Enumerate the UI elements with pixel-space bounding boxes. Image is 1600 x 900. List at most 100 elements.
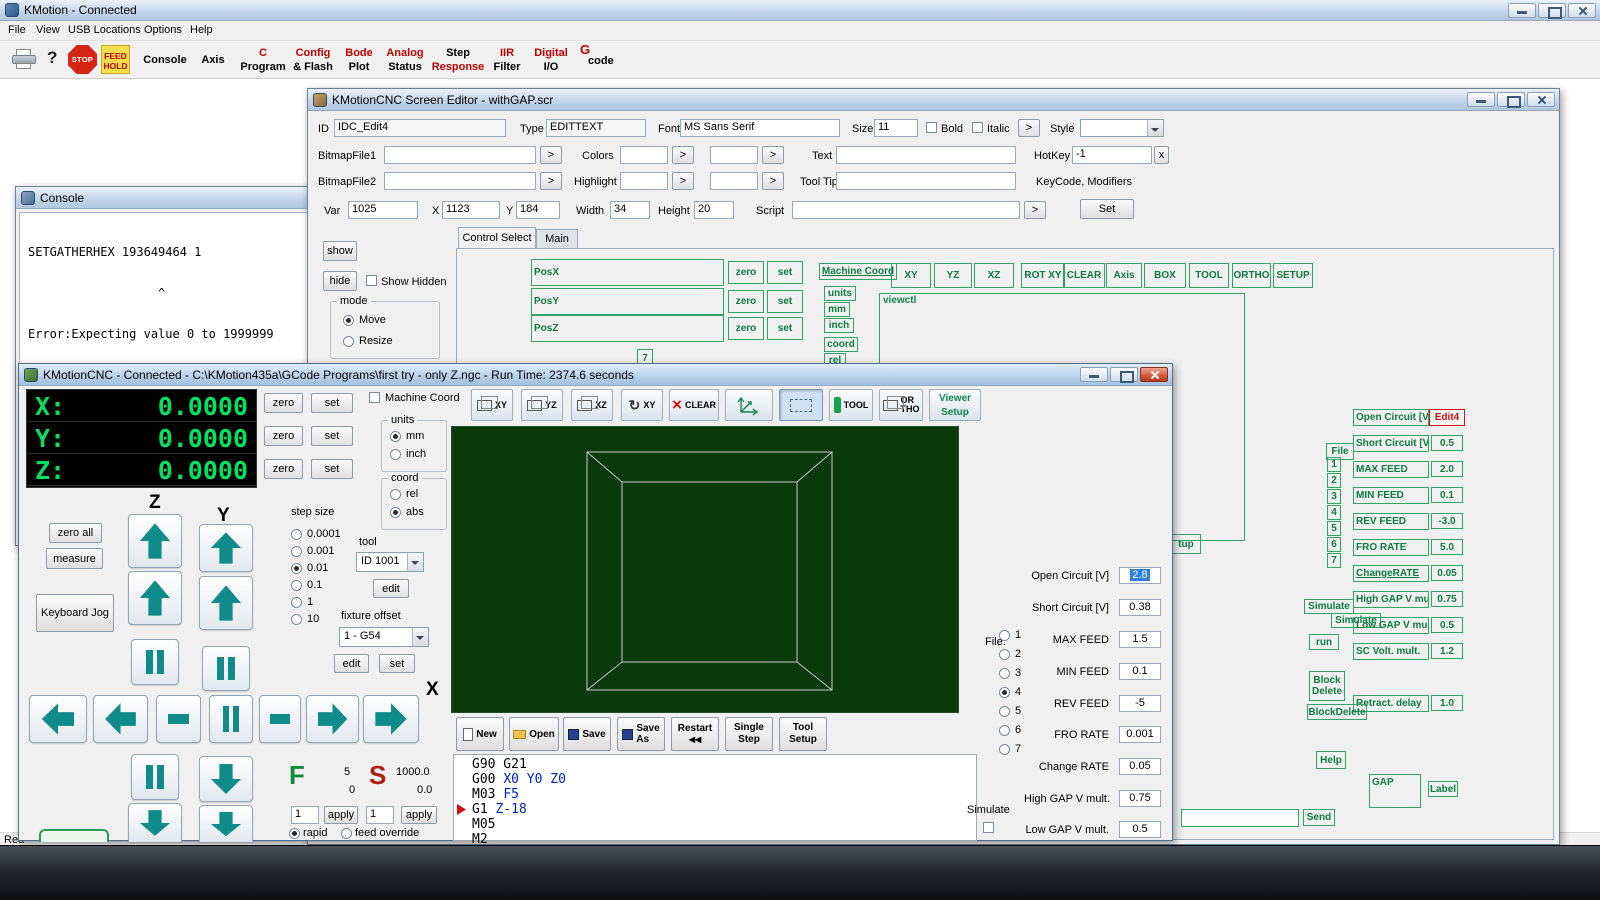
toolbar-axis-button[interactable]: Axis xyxy=(196,44,230,76)
jog-z-down[interactable] xyxy=(128,803,182,842)
preview-view-rotxy[interactable]: ROT XY xyxy=(1021,263,1065,288)
jog-z-stop2[interactable] xyxy=(131,754,179,800)
machine-coord-checkbox[interactable] xyxy=(369,392,380,403)
menu-usb[interactable]: USB Locations xyxy=(68,24,141,36)
cnc-maximize-button[interactable] xyxy=(1110,367,1138,382)
preview-num-6[interactable]: 6 xyxy=(1327,537,1341,552)
fixture-dropdown[interactable]: 1 - G54 xyxy=(339,627,429,647)
tool-button[interactable]: TOOL xyxy=(829,389,873,421)
view-rotate-button[interactable]: ↻XY xyxy=(621,389,663,421)
bitmapfile2-browse-button[interactable]: > xyxy=(540,172,562,190)
jog-z-up-fast[interactable] xyxy=(128,514,182,568)
step-1-radio[interactable] xyxy=(291,597,302,608)
preview-row-value[interactable]: -3.0 xyxy=(1431,513,1463,529)
preview-posy-zero[interactable]: zero xyxy=(728,290,764,313)
preview-posy-set[interactable]: set xyxy=(767,290,803,313)
help-icon[interactable]: ? xyxy=(47,48,57,68)
jog-x-right-fast[interactable] xyxy=(363,695,419,743)
colors-browse2-button[interactable]: > xyxy=(762,146,784,164)
cnc-minimize-button[interactable] xyxy=(1080,367,1108,382)
preview-row-value[interactable]: 0.05 xyxy=(1431,565,1463,581)
font-more-button[interactable]: > xyxy=(1018,119,1040,137)
y-field[interactable]: 184 xyxy=(516,201,560,219)
colors-browse1-button[interactable]: > xyxy=(672,146,694,164)
file-3-radio[interactable] xyxy=(999,668,1010,679)
jog-y-up-fast[interactable] xyxy=(199,524,253,572)
preview-posx-set[interactable]: set xyxy=(767,261,803,284)
zero-z-button[interactable]: zero xyxy=(264,459,303,479)
close-button[interactable] xyxy=(1568,3,1596,18)
preview-view-xy[interactable]: XY xyxy=(891,263,931,288)
preview-selected-edit4[interactable]: Edit4 xyxy=(1429,409,1465,426)
jog-y-down[interactable] xyxy=(199,756,253,802)
toolbar-iirfilter-button[interactable]: IIR Filter xyxy=(488,44,526,77)
preview-posz-zero[interactable]: zero xyxy=(728,317,764,340)
script-browse-button[interactable]: > xyxy=(1024,201,1046,219)
feed-override-radio[interactable] xyxy=(341,828,352,839)
jog-angle-button[interactable] xyxy=(725,389,773,421)
mm-radio[interactable] xyxy=(390,431,401,442)
preview-row-label[interactable]: MAX FEED xyxy=(1353,461,1429,478)
preview-num-4[interactable]: 4 xyxy=(1327,505,1341,520)
preview-help[interactable]: Help xyxy=(1316,751,1346,769)
menu-help[interactable]: Help xyxy=(190,24,213,36)
preview-coord[interactable]: coord xyxy=(824,337,858,352)
menu-file[interactable]: File xyxy=(8,24,26,36)
preview-run[interactable]: run xyxy=(1309,634,1339,650)
width-field[interactable]: 34 xyxy=(610,201,650,219)
height-field[interactable]: 20 xyxy=(694,201,734,219)
jog-x-slow-right[interactable] xyxy=(259,695,301,743)
keyboard-jog-button[interactable]: Keyboard Jog xyxy=(36,594,114,632)
bold-checkbox[interactable] xyxy=(926,122,937,133)
speed-apply-button[interactable]: apply xyxy=(401,806,437,824)
simulate-checkbox[interactable] xyxy=(983,822,994,833)
preview-view-box[interactable]: BOX xyxy=(1144,263,1186,288)
menu-options[interactable]: Options xyxy=(144,24,182,36)
highlight-field1[interactable] xyxy=(620,172,668,190)
minimize-button[interactable] xyxy=(1508,3,1536,18)
preview-row-label[interactable]: Low GAP V mult xyxy=(1353,617,1429,634)
x-field[interactable]: 1123 xyxy=(442,201,500,219)
preview-row-label[interactable]: MIN FEED xyxy=(1353,487,1429,504)
preview-row-value[interactable]: 1.2 xyxy=(1431,643,1463,659)
open-button[interactable]: Open xyxy=(509,717,559,751)
view-clear-button[interactable]: ×CLEAR xyxy=(669,389,719,421)
bitmapfile1-field[interactable] xyxy=(384,146,536,164)
set-y-button[interactable]: set xyxy=(311,426,353,446)
editor-minimize-button[interactable] xyxy=(1467,92,1495,107)
size-field[interactable]: 11 xyxy=(874,119,918,137)
preview-view-ortho[interactable]: ORTHO xyxy=(1232,263,1271,288)
preview-row-label[interactable]: FRO RATE xyxy=(1353,539,1429,556)
view-xz-button[interactable]: XZ xyxy=(571,389,613,421)
preview-mm[interactable]: mm xyxy=(824,302,850,317)
preview-row-value[interactable]: 0.5 xyxy=(1431,617,1463,633)
move-radio[interactable] xyxy=(343,315,354,326)
toolbar-gcode-button[interactable]: G code xyxy=(576,42,620,77)
main-titlebar[interactable]: KMotion - Connected xyxy=(0,0,1600,21)
stop-icon[interactable]: STOP xyxy=(68,45,97,74)
preview-machine-coord[interactable]: Machine Coord xyxy=(819,263,897,280)
step-01-radio[interactable] xyxy=(291,580,302,591)
tooltip-field[interactable] xyxy=(836,172,1016,190)
toolbar-bodeplot-button[interactable]: Bode Plot xyxy=(340,44,378,77)
low-gap-input[interactable]: 0.5 xyxy=(1119,821,1161,838)
save-as-button[interactable]: SaveAs xyxy=(617,717,665,751)
set-button[interactable]: Set xyxy=(1080,199,1134,219)
preview-row-label[interactable]: Short Circuit [V xyxy=(1353,435,1429,452)
type-field[interactable]: EDITTEXT xyxy=(546,119,646,137)
preview-posx-zero[interactable]: zero xyxy=(728,261,764,284)
preview-row-value[interactable]: 2.0 xyxy=(1431,461,1463,477)
tab-control-select[interactable]: Control Select xyxy=(458,227,536,248)
zero-y-button[interactable]: zero xyxy=(264,426,303,446)
file-7-radio[interactable] xyxy=(999,744,1010,755)
view-yz-button[interactable]: YZ xyxy=(521,389,563,421)
jog-x-right[interactable] xyxy=(306,695,359,743)
jog-z-stop[interactable] xyxy=(131,639,179,685)
colors-field1[interactable] xyxy=(620,146,668,164)
step-10-radio[interactable] xyxy=(291,614,302,625)
partial-button[interactable] xyxy=(39,829,109,842)
feed-apply-button[interactable]: apply xyxy=(324,806,358,824)
preview-row-label[interactable]: SC Volt. mult. xyxy=(1353,643,1429,660)
toolbar-console-button[interactable]: Console xyxy=(140,44,190,76)
fro-rate-input[interactable]: 0.001 xyxy=(1119,726,1161,743)
